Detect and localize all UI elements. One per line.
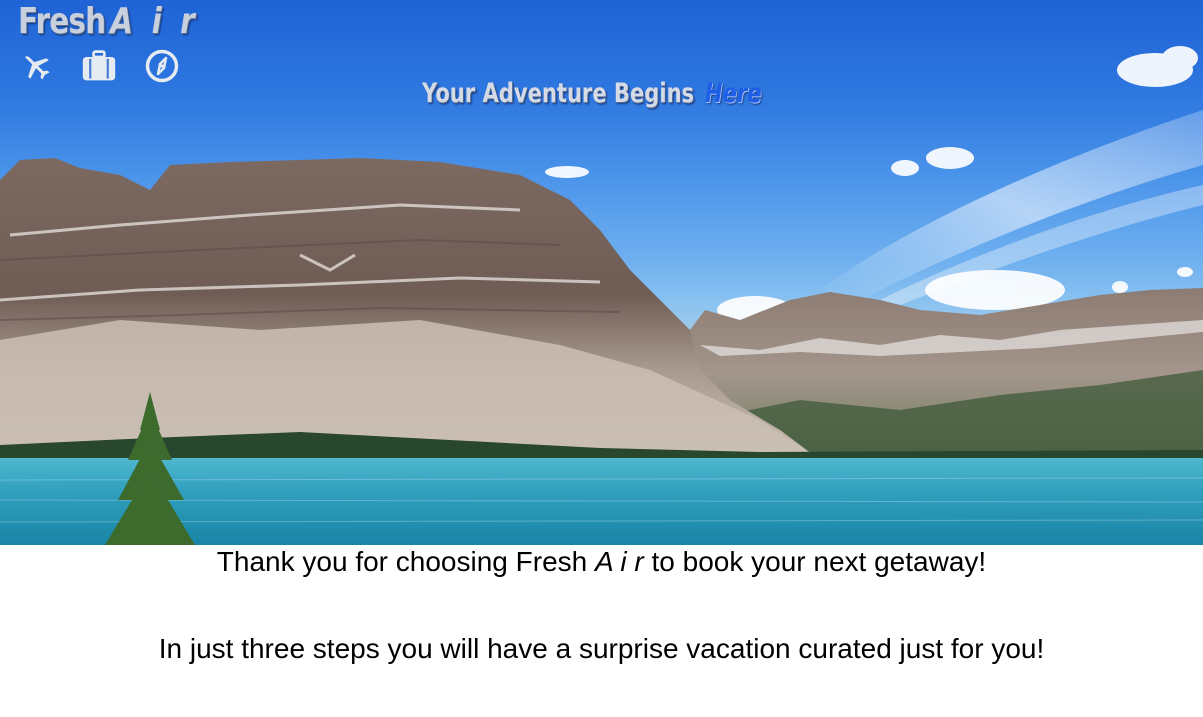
thanks-brand: A i r [595,546,644,577]
brand-name-accent: A i r [110,1,199,42]
hero-banner: Fresh A i r Your Adventure Begins Here [0,0,1203,545]
hero-tagline: Your Adventure Begins Here [422,78,762,109]
brand-name: Fresh [18,1,106,42]
thanks-prefix: Thank you for choosing Fresh [216,546,595,577]
tagline-text: Your Adventure Begins [422,78,695,109]
icon-nav [18,48,180,84]
tagline-here-link[interactable]: Here [705,78,762,109]
steps-message: In just three steps you will have a surp… [158,633,1045,664]
suitcase-icon[interactable] [81,48,117,84]
airplane-icon[interactable] [18,48,54,84]
thanks-suffix: to book your next getaway! [643,546,987,577]
compass-icon[interactable] [144,48,180,84]
brand-logo[interactable]: Fresh A i r [18,1,199,42]
thank-you-message: Thank you for choosing Fresh A i r to bo… [0,546,1203,578]
